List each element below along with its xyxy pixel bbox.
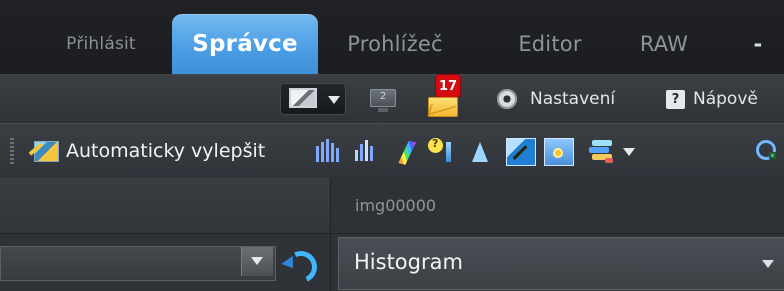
refresh-icon[interactable] xyxy=(283,249,313,279)
screen-capture-button[interactable] xyxy=(280,83,346,115)
batch-icon[interactable] xyxy=(588,138,619,164)
chevron-down-icon[interactable] xyxy=(623,148,635,156)
tab-minimize[interactable]: - xyxy=(748,18,768,70)
contrast-bar-icon xyxy=(446,142,451,162)
lightbulb-question-mark: ? xyxy=(432,137,439,150)
notification-badge: 17 xyxy=(436,75,461,97)
batch-layer-1 xyxy=(592,140,612,146)
help-button[interactable]: Nápově xyxy=(693,75,758,123)
tab-raw[interactable]: RAW xyxy=(633,18,695,70)
sharpen-icon[interactable] xyxy=(471,138,489,164)
chevron-down-icon xyxy=(328,96,340,104)
tab-viewer[interactable]: Prohlížeč xyxy=(332,18,458,70)
levels-icon[interactable] xyxy=(352,138,380,164)
toolbar-grip[interactable] xyxy=(10,138,14,166)
quick-access-bar: 2 17 Nastavení ? Nápově xyxy=(0,74,784,124)
batch-layer-4 xyxy=(605,158,613,163)
image-info-panel: Histogram xyxy=(331,234,784,291)
auto-enhance-label: Automaticky vylepšit xyxy=(66,140,266,162)
image-name: img00000 xyxy=(355,196,437,215)
chevron-down-icon xyxy=(251,257,263,265)
batch-layer-2 xyxy=(589,147,609,153)
tab-editor[interactable]: Editor xyxy=(510,18,590,70)
folder-dropdown-button[interactable] xyxy=(241,247,273,276)
monitor-icon[interactable]: 2 xyxy=(370,89,396,107)
auto-enhance-icon xyxy=(28,139,60,163)
folder-panel-header xyxy=(0,178,331,234)
screen-capture-icon xyxy=(289,88,317,108)
chevron-down-icon xyxy=(762,260,774,268)
main-tab-bar: Přihlásit Správce Prohlížeč Editor RAW - xyxy=(0,0,784,74)
auto-enhance-button[interactable]: Automaticky vylepšit xyxy=(28,124,265,178)
histogram-label: Histogram xyxy=(354,250,463,274)
mail-icon[interactable] xyxy=(428,97,458,117)
save-icon[interactable] xyxy=(544,138,574,166)
monitor-stand-icon xyxy=(378,108,388,112)
lightbulb-icon[interactable]: ? xyxy=(427,137,459,164)
help-icon[interactable]: ? xyxy=(666,90,685,109)
gear-icon[interactable] xyxy=(497,89,517,109)
histogram-icon[interactable] xyxy=(314,138,342,164)
settings-button[interactable]: Nastavení xyxy=(530,75,615,123)
tab-login[interactable]: Přihlásit xyxy=(42,18,160,70)
crop-icon[interactable] xyxy=(506,138,536,166)
color-icon[interactable] xyxy=(389,134,424,167)
image-panel-header: img00000 xyxy=(331,178,784,234)
zoom-icon[interactable] xyxy=(753,138,781,164)
histogram-select[interactable]: Histogram xyxy=(338,237,784,290)
folder-select[interactable] xyxy=(0,246,276,281)
image-toolbar: Automaticky vylepšit ? xyxy=(0,123,784,179)
folder-panel xyxy=(0,234,331,291)
monitor-badge: 2 xyxy=(379,91,387,102)
application-window: Přihlásit Správce Prohlížeč Editor RAW -… xyxy=(0,0,784,291)
tab-manager[interactable]: Správce xyxy=(172,14,318,74)
